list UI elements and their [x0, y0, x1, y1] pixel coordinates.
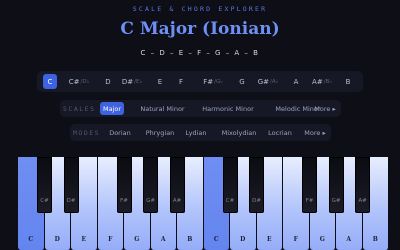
white-key-label: D	[54, 236, 60, 243]
black-key-c-sharp[interactable]: C#	[37, 157, 52, 213]
modes-more-button[interactable]: More ▸	[301, 126, 329, 139]
root-button-a-sharp[interactable]: A#/B♭	[309, 74, 335, 89]
root-button-alt-label: /B♭	[323, 78, 332, 85]
root-button-f-sharp[interactable]: F#/G♭	[200, 74, 226, 89]
root-button-c-sharp[interactable]: C#/D♭	[66, 74, 92, 89]
root-button-label: F#	[203, 77, 214, 86]
root-button-c[interactable]: C	[43, 74, 57, 89]
white-key-label: B	[372, 236, 378, 243]
root-note-selector: C C#/D♭ D D#/E♭ E F F#/G♭ G G#/A♭ A A#/B♭ B	[37, 71, 363, 92]
white-key-label: E	[81, 236, 87, 243]
black-key-f-sharp[interactable]: F#	[116, 157, 132, 213]
white-key-label: G	[319, 236, 325, 243]
black-key-g-sharp[interactable]: G#	[328, 157, 344, 213]
modes-row: Dorian Phrygian Lydian Mixolydian Locrian Mor…	[70, 124, 331, 141]
mode-chip-phrygian[interactable]: Phrygian	[142, 126, 178, 139]
black-key-label: F#	[120, 198, 128, 204]
root-button-label: C	[47, 77, 53, 86]
scales-label: SCALES	[63, 105, 96, 113]
white-key-label: A	[346, 236, 352, 243]
white-key-label: F	[293, 236, 298, 243]
scales-row: Major Natural Minor Harmonic Minor Melodic …	[60, 100, 341, 117]
scale-notes: C – D – E – F – G – A – B	[140, 49, 260, 57]
scale-chip-major[interactable]: Major	[100, 102, 124, 115]
black-key-a-sharp[interactable]: A#	[169, 157, 185, 213]
black-key-d-sharp[interactable]: D#	[63, 157, 79, 213]
root-button-label: G#	[257, 77, 270, 86]
root-button-label: B	[345, 77, 351, 86]
mode-chip-locrian[interactable]: Locrian	[264, 126, 296, 139]
root-button-alt-label: /G♭	[214, 78, 223, 85]
root-button-label: E	[157, 77, 163, 86]
white-key-label: E	[266, 236, 272, 243]
root-button-alt-label: /A♭	[270, 78, 279, 85]
root-button-b[interactable]: B	[341, 74, 355, 89]
root-button-label: A#	[312, 77, 323, 86]
modes-label: MODES	[73, 129, 101, 137]
white-key-label: B	[187, 236, 193, 243]
black-key-d-sharp[interactable]: D#	[249, 157, 264, 213]
white-key-label: A	[160, 236, 166, 243]
mode-chip-mixolydian[interactable]: Mixolydian	[218, 126, 260, 139]
black-key-label: G#	[331, 198, 341, 204]
scale-chip-natural-minor[interactable]: Natural Minor	[134, 102, 191, 115]
root-button-label: C#	[68, 77, 80, 86]
black-key-label: D#	[66, 198, 76, 204]
black-key-f-sharp[interactable]: F#	[302, 157, 317, 213]
black-key-label: D#	[252, 198, 261, 204]
scale-chip-harmonic-minor[interactable]: Harmonic Minor	[194, 102, 262, 115]
white-key-label: F	[108, 236, 113, 243]
root-button-g-sharp[interactable]: G#/A♭	[255, 74, 281, 89]
black-key-label: F#	[305, 198, 314, 204]
root-button-label: D	[105, 77, 111, 86]
root-button-label: G	[239, 77, 245, 86]
root-button-a[interactable]: A	[289, 74, 303, 89]
root-button-f[interactable]: F	[175, 74, 187, 89]
white-key-label: G	[134, 236, 140, 243]
root-button-label: D#	[121, 77, 134, 86]
mode-chip-dorian[interactable]: Dorian	[107, 126, 133, 139]
black-key-label: A#	[172, 198, 182, 204]
root-button-label: A	[293, 77, 299, 86]
mode-chip-lydian[interactable]: Lydian	[183, 126, 209, 139]
piano-keyboard: C D E F G A B C D E F G A B C# D# F# G# A# C# D# F# G# A#	[18, 157, 389, 250]
white-key-label: C	[213, 236, 219, 243]
black-key-a-sharp[interactable]: A#	[355, 157, 370, 213]
black-key-label: A#	[358, 198, 367, 204]
root-button-e[interactable]: E	[154, 74, 166, 89]
black-key-label: C#	[225, 198, 235, 204]
white-key-label: C	[28, 236, 34, 243]
root-button-label: F	[178, 77, 184, 86]
white-key-label: D	[240, 236, 246, 243]
app-title: SCALE & CHORD EXPLORER	[132, 5, 268, 13]
scales-more-button[interactable]: More ▸	[311, 102, 339, 115]
black-key-label: C#	[40, 198, 49, 204]
scale-title: C Major (Ionian)	[120, 19, 280, 39]
root-button-alt-label: /D♭	[80, 78, 90, 85]
root-button-d-sharp[interactable]: D#/E♭	[119, 74, 145, 89]
black-key-g-sharp[interactable]: G#	[143, 157, 158, 213]
root-button-alt-label: /E♭	[134, 78, 143, 85]
black-key-label: G#	[146, 198, 155, 204]
black-key-c-sharp[interactable]: C#	[222, 157, 238, 213]
root-button-d[interactable]: D	[101, 74, 115, 89]
root-button-g[interactable]: G	[235, 74, 249, 89]
